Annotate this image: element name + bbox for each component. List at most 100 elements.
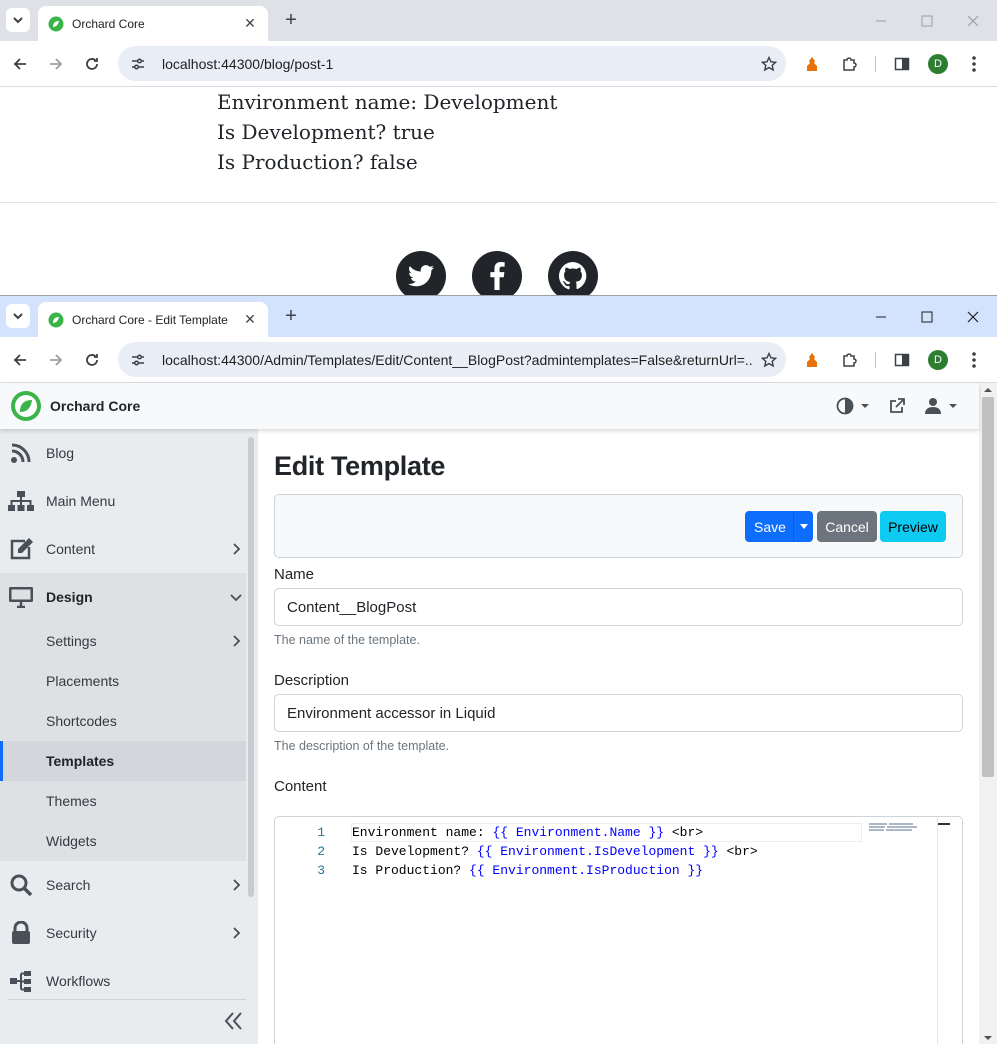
sidebar-sub-themes[interactable]: Themes [0, 781, 246, 821]
profile-button[interactable]: D [926, 52, 950, 76]
sidebar-sub-label: Themes [46, 793, 97, 809]
liquid-expression: {{ Environment.Name }} [492, 825, 665, 840]
profile-button[interactable]: D [926, 348, 950, 372]
code-line: 1 Environment name: {{ Environment.Name … [275, 823, 875, 842]
sidebar-sub-placements[interactable]: Placements [0, 661, 246, 701]
sidebar-item-security[interactable]: Security [0, 909, 246, 957]
bookmark-star-icon[interactable] [752, 351, 786, 368]
sidebar-item-label: Blog [46, 445, 75, 461]
forward-button[interactable] [44, 52, 68, 76]
editor-scrollbar[interactable] [938, 823, 950, 825]
admin-page: Orchard Core Blog Main Menu Content Desi… [0, 383, 997, 1044]
description-help-text: The description of the template. [274, 739, 450, 753]
site-settings-icon[interactable] [130, 54, 150, 74]
tab-search-button[interactable] [6, 304, 30, 328]
code-text: Is Development? [352, 844, 477, 859]
sidebar-item-design[interactable]: Design [0, 573, 246, 621]
site-settings-icon[interactable] [130, 350, 150, 370]
puzzle-icon[interactable] [837, 348, 861, 372]
sidebar-item-label: Main Menu [46, 493, 116, 509]
chevron-right-icon [230, 635, 242, 647]
close-icon [967, 15, 979, 26]
chevron-down-icon [13, 313, 23, 320]
side-panel-icon[interactable] [890, 52, 914, 76]
close-tab-icon[interactable]: ✕ [242, 311, 258, 328]
sidebar-item-label: Design [46, 589, 93, 605]
close-icon [967, 311, 979, 322]
visit-site-button[interactable] [888, 394, 906, 418]
page-scrollbar[interactable] [979, 383, 997, 1044]
new-tab-button[interactable]: + [280, 305, 302, 327]
address-bar[interactable]: localhost:44300/blog/post-1 [118, 46, 786, 81]
save-button[interactable]: Save [745, 511, 795, 542]
reload-button[interactable] [80, 52, 104, 76]
arrow-left-icon [13, 354, 26, 366]
cancel-button[interactable]: Cancel [817, 511, 877, 542]
browser-tab[interactable]: Orchard Core - Edit Template ✕ [38, 302, 268, 337]
collapse-sidebar-button[interactable] [222, 1009, 246, 1033]
browser-toolbar: localhost:44300/blog/post-1 D [0, 41, 997, 87]
extension-icon[interactable] [800, 348, 824, 372]
side-panel-icon[interactable] [890, 348, 914, 372]
sidebar-sub-widgets[interactable]: Widgets [0, 821, 246, 861]
name-help-text: The name of the template. [274, 633, 420, 647]
sidebar-item-main-menu[interactable]: Main Menu [0, 477, 246, 525]
theme-toggle-button[interactable] [836, 394, 870, 418]
browser-window-blog: Orchard Core ✕ + localhost:44300/blog/po… [0, 0, 997, 296]
sidebar-sub-shortcodes[interactable]: Shortcodes [0, 701, 246, 741]
sidebar-scrollbar[interactable] [248, 437, 254, 897]
close-window-button[interactable] [950, 0, 996, 41]
arrow-right-icon [50, 354, 63, 366]
facebook-icon[interactable] [472, 251, 522, 295]
new-tab-button[interactable]: + [280, 9, 302, 31]
close-window-button[interactable] [950, 296, 996, 337]
page-scrollbar-thumb[interactable] [982, 397, 994, 777]
sidebar-item-content[interactable]: Content [0, 525, 246, 573]
github-icon[interactable] [548, 251, 598, 295]
back-button[interactable] [8, 348, 32, 372]
brand-link[interactable]: Orchard Core [10, 390, 140, 422]
browser-tab[interactable]: Orchard Core ✕ [38, 6, 268, 41]
menu-kebab-icon[interactable] [962, 52, 986, 76]
browser-toolbar: localhost:44300/Admin/Templates/Edit/Con… [0, 337, 997, 383]
sidebar-sub-templates[interactable]: Templates [0, 741, 246, 781]
description-field[interactable]: Environment accessor in Liquid [274, 694, 963, 732]
minimize-button[interactable] [858, 296, 904, 337]
reload-icon [86, 354, 98, 366]
menu-kebab-icon[interactable] [962, 348, 986, 372]
caret-down-icon [949, 404, 957, 408]
sidebar-item-blog[interactable]: Blog [0, 429, 246, 477]
extension-icon[interactable] [800, 52, 824, 76]
user-menu-button[interactable] [924, 394, 958, 418]
preview-button[interactable]: Preview [880, 511, 946, 542]
workflow-icon [8, 968, 34, 994]
bookmark-star-icon[interactable] [752, 55, 786, 72]
name-label: Name [274, 566, 315, 583]
main-content: Edit Template Save Cancel Preview Name C… [258, 429, 979, 1044]
chevron-right-icon [230, 543, 242, 555]
back-button[interactable] [8, 52, 32, 76]
edit-icon [8, 536, 34, 562]
sidebar-item-workflows[interactable]: Workflows [0, 957, 246, 1005]
name-field[interactable]: Content__BlogPost [274, 588, 963, 626]
sidebar-sub-label: Widgets [46, 833, 97, 849]
maximize-icon [921, 311, 933, 322]
tab-search-button[interactable] [6, 8, 30, 32]
save-options-button[interactable] [793, 511, 813, 542]
puzzle-icon[interactable] [837, 52, 861, 76]
code-line: 3 Is Production? {{ Environment.IsProduc… [275, 861, 875, 880]
forward-button[interactable] [44, 348, 68, 372]
editor-minimap[interactable] [869, 823, 927, 835]
sidebar-sub-settings[interactable]: Settings [0, 621, 246, 661]
sidebar-item-search[interactable]: Search [0, 861, 246, 909]
reload-button[interactable] [80, 348, 104, 372]
address-bar[interactable]: localhost:44300/Admin/Templates/Edit/Con… [118, 342, 786, 377]
rss-icon [8, 440, 34, 466]
minimize-button[interactable] [858, 0, 904, 41]
browser-window-admin: Orchard Core - Edit Template ✕ + localho… [0, 295, 997, 1044]
close-tab-icon[interactable]: ✕ [242, 15, 258, 32]
code-editor[interactable]: 1 Environment name: {{ Environment.Name … [274, 816, 963, 1044]
maximize-button[interactable] [904, 0, 950, 41]
maximize-button[interactable] [904, 296, 950, 337]
twitter-icon[interactable] [396, 251, 446, 295]
